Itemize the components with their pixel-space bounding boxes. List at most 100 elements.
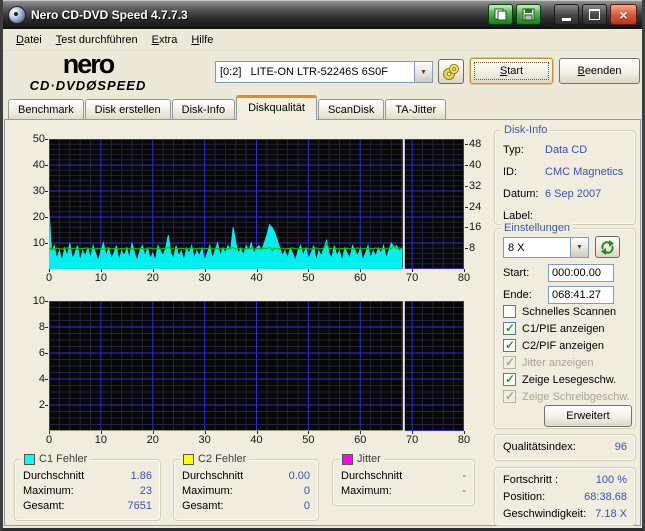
axis-tick-label: 30 bbox=[32, 185, 45, 197]
copy-results-icon bbox=[494, 8, 507, 21]
axis-tick-label: 30 bbox=[198, 272, 211, 284]
jitter-avg-value: - bbox=[462, 470, 466, 482]
checkbox-box[interactable] bbox=[503, 338, 516, 352]
tab-disk-erstellen[interactable]: Disk erstellen bbox=[84, 99, 171, 120]
progress-label: Fortschritt : bbox=[503, 474, 559, 486]
axis-tick bbox=[412, 269, 414, 272]
close-button[interactable]: × bbox=[610, 4, 637, 25]
jitter-legend-color bbox=[342, 453, 353, 465]
axis-tick-label: 8 bbox=[38, 321, 45, 333]
settings-group: Einstellungen 8 X ▼ Start: Ende: Schnell… bbox=[494, 222, 636, 429]
axis-tick-label: 16 bbox=[469, 221, 482, 234]
speed-value: 7.18 X bbox=[595, 508, 627, 520]
c2-error-plot bbox=[49, 301, 464, 432]
axis-tick-label: 8 bbox=[469, 242, 476, 255]
checkbox-zeige-schreibgeschw: Zeige Schreibgeschw. bbox=[503, 389, 630, 403]
jitter-max-value: - bbox=[462, 485, 466, 497]
axis-tick bbox=[465, 165, 468, 166]
refresh-button[interactable] bbox=[595, 236, 620, 258]
checkbox-schnelles-scannen[interactable]: Schnelles Scannen bbox=[503, 305, 616, 318]
axis-tick bbox=[45, 301, 48, 302]
jitter-max-label: Maximum: bbox=[341, 485, 392, 497]
progress-box: Fortschritt : 100 % Position: 68:38.68 G… bbox=[494, 467, 636, 526]
scan-end-input[interactable] bbox=[548, 286, 614, 304]
axis-tick bbox=[49, 431, 50, 434]
checkbox-c2-pif-anzeigen[interactable]: C2/PIF anzeigen bbox=[503, 338, 604, 352]
window-title: Nero CD-DVD Speed 4.7.7.3 bbox=[31, 7, 188, 22]
quit-button[interactable]: Beenden bbox=[559, 58, 640, 84]
chevron-down-icon[interactable]: ▼ bbox=[414, 62, 432, 82]
checkbox-c1-pie-anzeigen[interactable]: C1/PIE anzeigen bbox=[503, 321, 605, 335]
chevron-down-icon[interactable]: ▼ bbox=[570, 238, 588, 257]
drive-select-value: [0:2] LITE-ON LTR-52246S 6S0F bbox=[220, 66, 388, 78]
c1-stats-title: C1 Fehler bbox=[21, 453, 91, 465]
axis-tick bbox=[45, 353, 48, 354]
tab-scandisk[interactable]: ScanDisk bbox=[317, 99, 385, 120]
c1-avg-label: Durchschnitt bbox=[23, 470, 85, 482]
c1-total-label: Gesamt: bbox=[23, 500, 65, 512]
tab-benchmark[interactable]: Benchmark bbox=[8, 99, 84, 120]
copy-results-button[interactable] bbox=[488, 4, 513, 25]
position-label: Position: bbox=[503, 491, 546, 503]
axis-tick-label: 70 bbox=[406, 434, 419, 446]
nero-brand-text: nero bbox=[62, 49, 116, 79]
nero-product-text: CD·DVDØSPEED bbox=[29, 78, 147, 93]
axis-tick-label: 20 bbox=[32, 211, 45, 223]
nero-logo: nero CD·DVDØSPEED bbox=[23, 49, 153, 93]
axis-tick bbox=[308, 431, 310, 434]
scan-start-label: Start: bbox=[503, 267, 530, 279]
checkbox-box[interactable] bbox=[503, 305, 516, 318]
eject-disc-button[interactable] bbox=[438, 59, 464, 84]
c2-total-label: Gesamt: bbox=[182, 500, 224, 512]
maximize-button[interactable] bbox=[582, 4, 607, 25]
c1-max-label: Maximum: bbox=[23, 485, 74, 497]
disk-info-group: Disk-Info Typ: Data CD ID: CMC Magnetics… bbox=[494, 124, 636, 225]
axis-tick-label: 50 bbox=[302, 272, 315, 284]
jitter-stats-group: Jitter Durchschnitt - Maximum: - bbox=[332, 453, 475, 506]
axis-tick bbox=[45, 217, 48, 218]
axis-tick-label: 30 bbox=[198, 434, 211, 446]
scan-end-label: Ende: bbox=[503, 289, 532, 301]
axis-tick bbox=[152, 269, 154, 272]
menu-hilfe[interactable]: Hilfe bbox=[184, 31, 220, 49]
disk-label-label: Label: bbox=[503, 210, 533, 222]
checkbox-box[interactable] bbox=[503, 321, 516, 335]
checkbox-zeige-lesegeschw[interactable]: Zeige Lesegeschw. bbox=[503, 372, 616, 386]
axis-tick bbox=[49, 269, 50, 272]
menu-bar: Datei Test durchführen Extra Hilfe bbox=[3, 29, 642, 51]
axis-tick bbox=[45, 379, 48, 380]
menu-datei[interactable]: Datei bbox=[9, 31, 49, 49]
start-button[interactable]: Start bbox=[470, 58, 553, 84]
minimize-button[interactable] bbox=[554, 4, 579, 25]
c1-error-chart: 10 20 30 40 50 8 16 24 32 40 48 0 10 20 30 40 50 60 70 80 bbox=[29, 133, 499, 289]
menu-extra[interactable]: Extra bbox=[145, 31, 185, 49]
tab-ta-jitter[interactable]: TA-Jitter bbox=[385, 99, 447, 120]
axis-tick bbox=[204, 431, 206, 434]
speed-select[interactable]: 8 X ▼ bbox=[503, 237, 589, 258]
tab-diskqualitaet[interactable]: Diskqualität bbox=[236, 95, 317, 120]
progress-value: 100 % bbox=[595, 474, 627, 486]
axis-tick bbox=[308, 269, 310, 272]
drive-select[interactable]: [0:2] LITE-ON LTR-52246S 6S0F ▼ bbox=[215, 61, 433, 83]
axis-tick bbox=[256, 269, 258, 272]
checkbox-box bbox=[503, 389, 516, 403]
save-results-button[interactable] bbox=[516, 4, 541, 25]
scan-start-input[interactable] bbox=[548, 264, 614, 282]
axis-tick-label: 4 bbox=[38, 373, 45, 385]
axis-tick bbox=[464, 269, 465, 272]
tab-disk-info[interactable]: Disk-Info bbox=[171, 99, 236, 120]
advanced-button[interactable]: Erweitert bbox=[544, 405, 632, 427]
checkbox-box[interactable] bbox=[503, 372, 516, 386]
checkbox-box bbox=[503, 355, 516, 369]
axis-tick-label: 70 bbox=[406, 272, 419, 284]
c1-legend-color bbox=[24, 453, 35, 465]
speed-label: Geschwindigkeit: bbox=[503, 508, 587, 520]
menu-test-durchfuehren[interactable]: Test durchführen bbox=[49, 31, 145, 49]
axis-tick bbox=[45, 191, 48, 192]
axis-tick-label: 6 bbox=[38, 347, 45, 359]
axis-tick bbox=[45, 405, 48, 406]
axis-tick bbox=[204, 269, 206, 272]
diskqualitaet-panel: 10 20 30 40 50 8 16 24 32 40 48 0 10 20 30 40 50 60 70 80 2… bbox=[4, 119, 641, 526]
c2-error-chart: 2 4 6 8 10 0 10 20 30 40 50 60 70 80 bbox=[29, 295, 499, 451]
disk-date-value: 6 Sep 2007 bbox=[545, 188, 602, 200]
